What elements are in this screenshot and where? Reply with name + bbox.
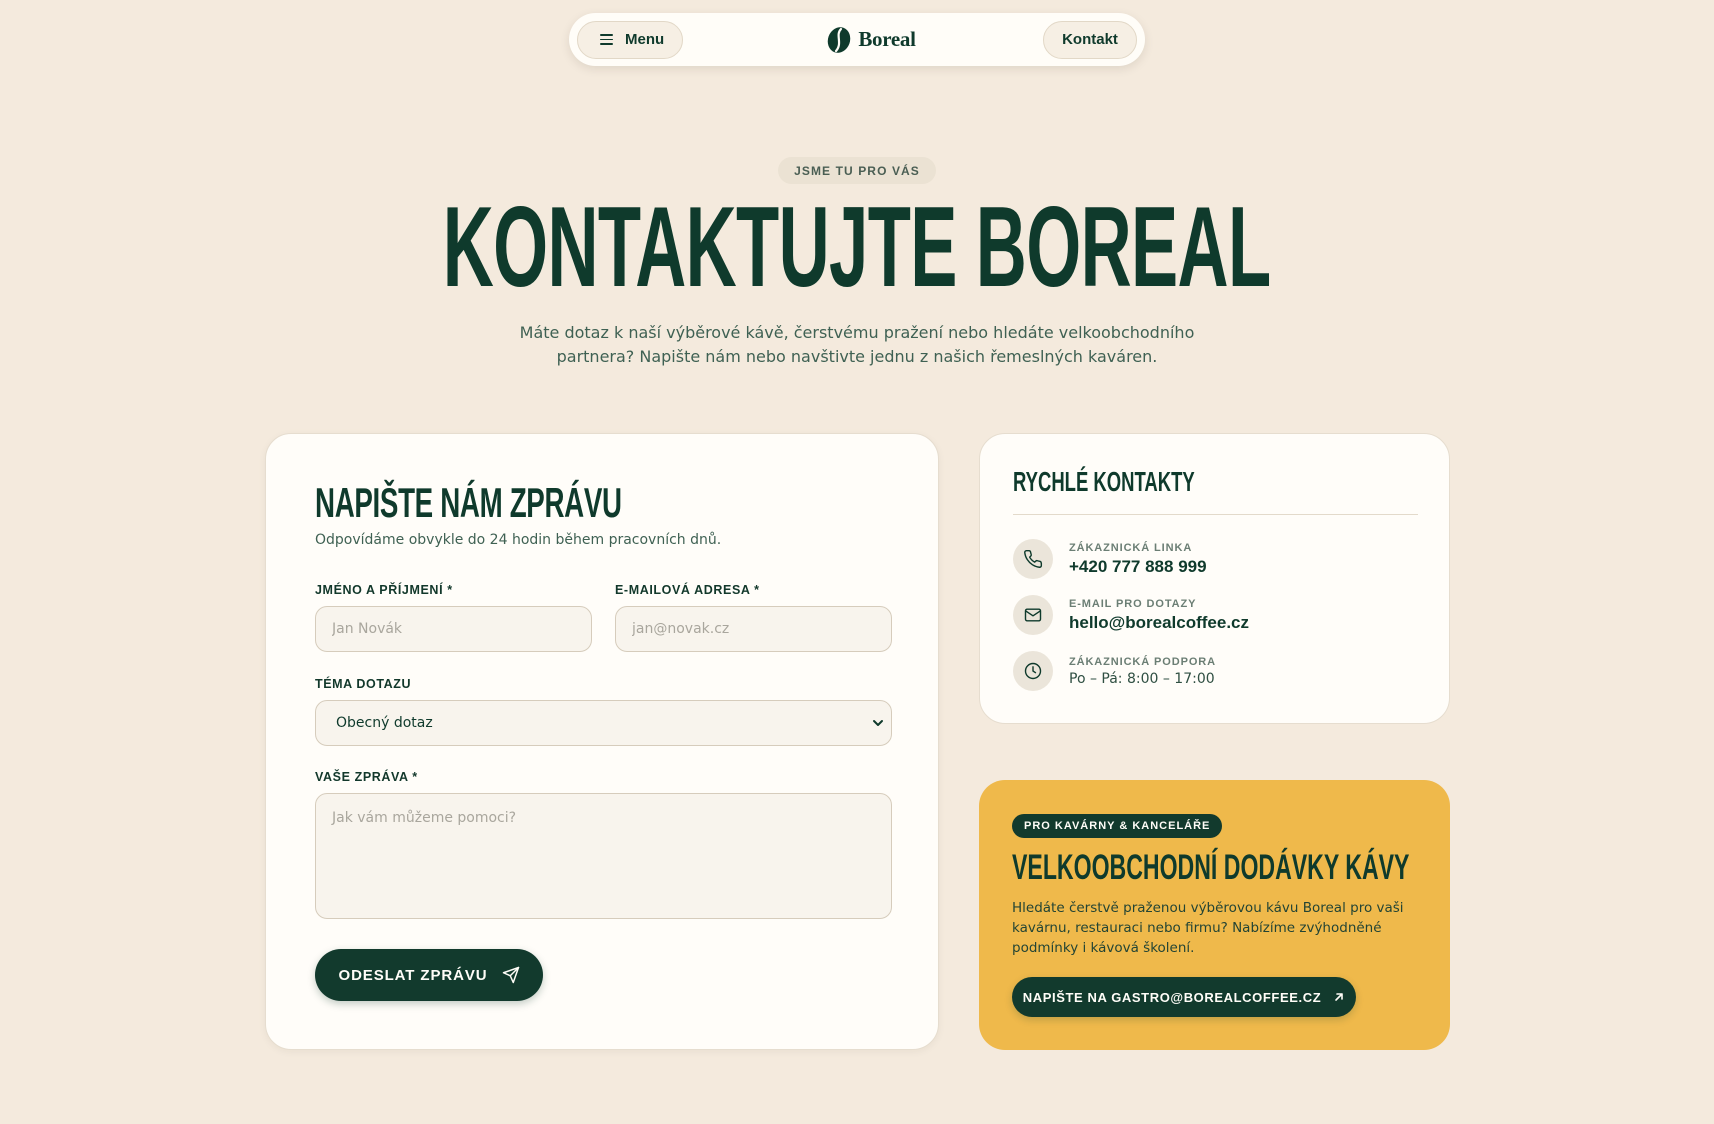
phone-icon bbox=[1013, 539, 1053, 579]
contact-item-email[interactable]: E-MAIL PRO DOTAZY hello@borealcoffee.cz bbox=[1013, 595, 1249, 635]
wholesale-badge: PRO KAVÁRNY & KANCELÁŘE bbox=[1012, 814, 1223, 838]
name-input[interactable] bbox=[315, 606, 592, 652]
wholesale-email-button[interactable]: NAPIŠTE NA GASTRO@BOREALCOFFEE.CZ bbox=[1012, 977, 1356, 1017]
form-title: NAPIŠTE NÁM ZPRÁVU bbox=[315, 479, 622, 526]
hero-eyebrow-badge: JSME TU PRO VÁS bbox=[778, 157, 936, 184]
arrow-up-right-icon bbox=[1335, 993, 1344, 1001]
email-input[interactable] bbox=[615, 606, 892, 652]
divider bbox=[1013, 514, 1418, 515]
phone-number[interactable]: +420 777 888 999 bbox=[1069, 557, 1207, 577]
brand-logo[interactable]: Boreal bbox=[826, 26, 916, 54]
support-hours: Po – Pá: 8:00 – 17:00 bbox=[1069, 670, 1215, 687]
wholesale-card: PRO KAVÁRNY & KANCELÁŘE VELKOOBCHODNÍ DO… bbox=[979, 780, 1450, 1050]
form-subtitle: Odpovídáme obvykle do 24 hodin během pra… bbox=[315, 532, 722, 548]
topic-select[interactable]: Obecný dotaz bbox=[315, 700, 892, 746]
hero-subtitle-line-1: Máte dotaz k naší výběrové kávě, čerstvé… bbox=[519, 323, 1195, 342]
contact-item-hours: ZÁKAZNICKÁ PODPORA Po – Pá: 8:00 – 17:00 bbox=[1013, 651, 1216, 691]
coffee-bean-icon bbox=[828, 26, 851, 53]
contact-label: ZÁKAZNICKÁ LINKA bbox=[1069, 541, 1193, 554]
wholesale-title: VELKOOBCHODNÍ DODÁVKY KÁVY bbox=[1012, 848, 1410, 887]
quick-contacts-card: RYCHLÉ KONTAKTY ZÁKAZNICKÁ LINKA +420 77… bbox=[979, 433, 1450, 724]
wholesale-button-label: NAPIŠTE NA GASTRO@BOREALCOFFEE.CZ bbox=[1022, 989, 1322, 1005]
page-title: KONTAKTUJTE BOREAL bbox=[443, 184, 1271, 311]
contact-button-label: Kontakt bbox=[1062, 31, 1118, 48]
submit-button-label: ODESLAT ZPRÁVU bbox=[338, 966, 488, 984]
hero-title-container: KONTAKTUJTE BOREAL bbox=[0, 184, 1714, 311]
contact-button[interactable]: Kontakt bbox=[1043, 20, 1137, 59]
hero-subtitle-line-2: partnera? Napište nám nebo navštivte jed… bbox=[556, 347, 1158, 366]
topic-select-wrapper: Obecný dotaz bbox=[315, 700, 892, 746]
contact-label: ZÁKAZNICKÁ PODPORA bbox=[1069, 655, 1216, 668]
email-label: E-MAILOVÁ ADRESA * bbox=[615, 583, 760, 597]
hero-subtitle: Máte dotaz k naší výběrové kávě, čerstvé… bbox=[507, 321, 1207, 369]
clock-icon bbox=[1013, 651, 1053, 691]
contact-form-card: NAPIŠTE NÁM ZPRÁVU Odpovídáme obvykle do… bbox=[265, 433, 939, 1050]
menu-button[interactable]: Menu bbox=[577, 20, 683, 59]
menu-label: Menu bbox=[625, 31, 665, 48]
mail-icon bbox=[1013, 595, 1053, 635]
contact-label: E-MAIL PRO DOTAZY bbox=[1069, 597, 1197, 610]
quick-contacts-title: RYCHLÉ KONTAKTY bbox=[1013, 466, 1195, 497]
name-label: JMÉNO A PŘÍJMENÍ * bbox=[315, 583, 453, 597]
submit-button[interactable]: ODESLAT ZPRÁVU bbox=[315, 949, 543, 1001]
contact-item-phone[interactable]: ZÁKAZNICKÁ LINKA +420 777 888 999 bbox=[1013, 539, 1207, 579]
send-icon bbox=[502, 966, 519, 984]
wholesale-description: Hledáte čerstvě praženou výběrovou kávu … bbox=[1012, 900, 1404, 956]
topic-label: TÉMA DOTAZU bbox=[315, 677, 412, 691]
message-label: VAŠE ZPRÁVA * bbox=[315, 770, 418, 784]
logo-text: Boreal bbox=[858, 27, 916, 51]
top-navigation: Menu Boreal Kontakt bbox=[569, 13, 1145, 66]
email-address[interactable]: hello@borealcoffee.cz bbox=[1069, 613, 1249, 633]
hamburger-icon bbox=[600, 34, 613, 45]
message-textarea[interactable] bbox=[315, 793, 892, 919]
